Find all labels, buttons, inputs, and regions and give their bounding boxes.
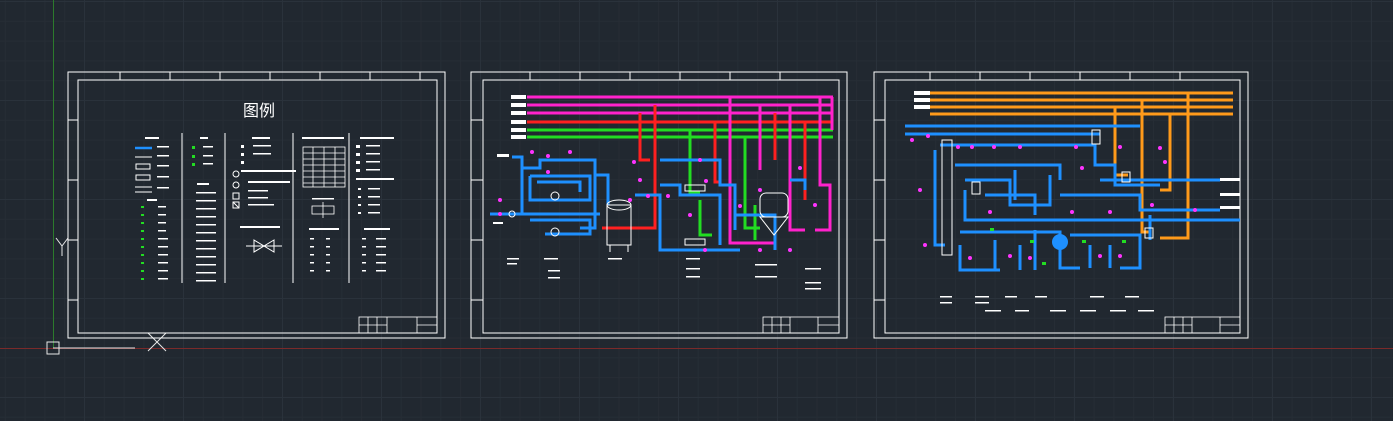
- ucs-icon: [46, 237, 167, 355]
- legend-pipe-symbols: [135, 146, 152, 193]
- model-space-canvas[interactable]: 图例: [0, 0, 1393, 421]
- utility-drops: [602, 97, 834, 245]
- equipment-labels: [940, 296, 1154, 312]
- pump-vessel: [1052, 234, 1068, 250]
- process-pipes-blue: [905, 124, 1240, 272]
- legend-text-col1: [145, 137, 169, 189]
- legend-title: 图例: [243, 101, 275, 120]
- title-block: [358, 316, 438, 334]
- legend-text-col3: [240, 137, 296, 228]
- drawing-sheet-process-1[interactable]: [470, 71, 848, 339]
- process-pipes-blue: [490, 155, 807, 252]
- utility-labels: [914, 91, 1240, 209]
- drawing-sheet-legend[interactable]: 图例: [67, 71, 446, 339]
- title-block: [762, 316, 840, 334]
- utility-labels: [511, 95, 526, 139]
- drawing-sheet-process-2[interactable]: [873, 71, 1249, 339]
- utility-header-pipes: [527, 95, 833, 139]
- legend-instrument-symbols: [232, 170, 282, 253]
- legend-table: [302, 146, 346, 218]
- legend-text-col5: [356, 137, 394, 272]
- equipment-labels: [493, 154, 821, 290]
- title-block: [1164, 316, 1241, 334]
